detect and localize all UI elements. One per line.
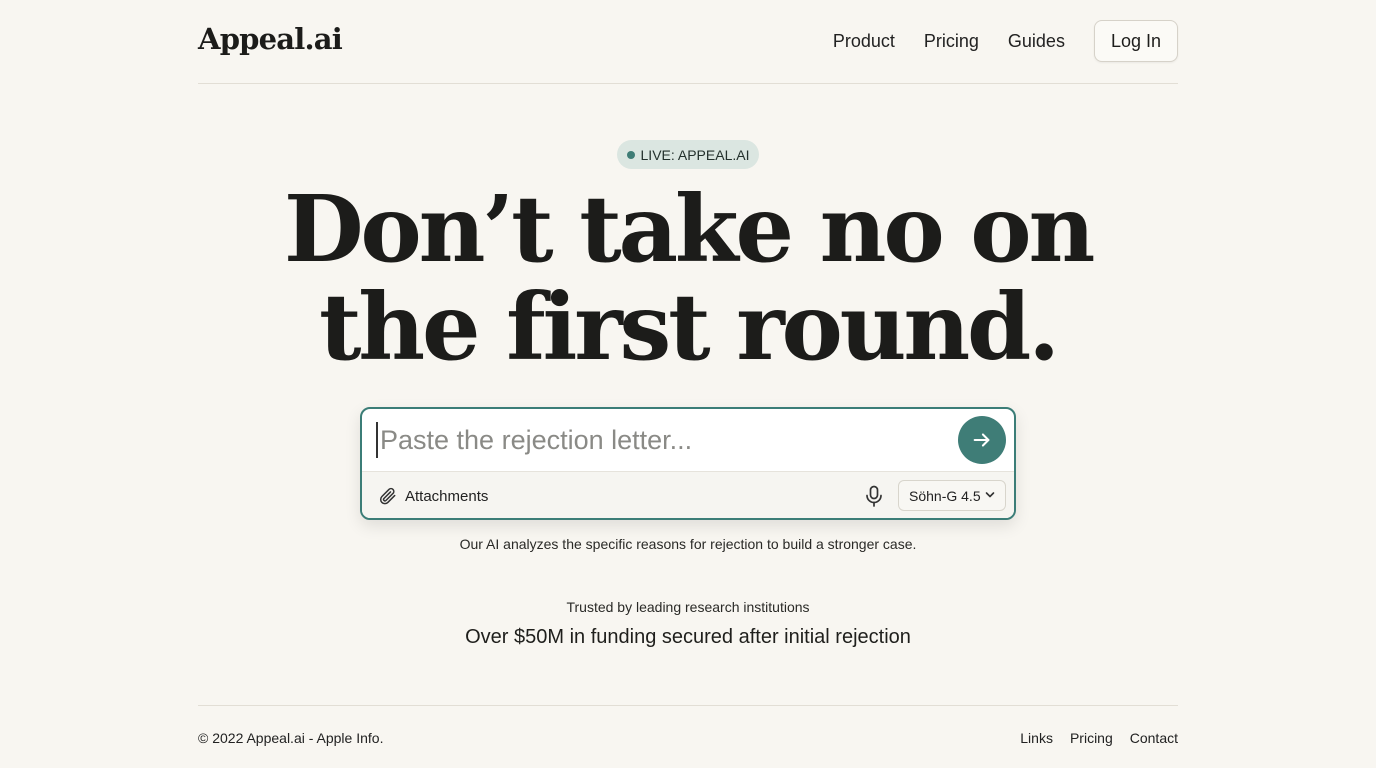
nav-pricing[interactable]: Pricing	[924, 31, 979, 52]
site-footer: © 2022 Appeal.ai - Apple Info. Links Pri…	[198, 705, 1178, 768]
composer-toolbar: Attachments Söhn-G 4.5	[362, 471, 1014, 518]
prompt-composer: Attachments Söhn-G 4.5	[360, 407, 1016, 520]
funding-stat: Over $50M in funding secured after initi…	[465, 626, 911, 648]
nav-product[interactable]: Product	[833, 31, 895, 52]
model-select-value: Söhn-G 4.5	[909, 487, 981, 504]
live-badge: LIVE: APPEAL.AI	[617, 140, 759, 169]
rejection-letter-input[interactable]	[376, 422, 946, 458]
chevron-down-icon	[985, 492, 995, 498]
headline-line-1: Don’t take no on	[283, 175, 1096, 283]
footer-link-pricing[interactable]: Pricing	[1070, 730, 1113, 746]
send-button[interactable]	[958, 416, 1006, 464]
trusted-label: Trusted by leading research institutions	[566, 599, 810, 615]
footer-link-links[interactable]: Links	[1020, 730, 1053, 746]
copyright-text: © 2022 Appeal.ai - Apple Info.	[198, 730, 384, 746]
paperclip-icon	[379, 487, 396, 505]
attachments-button[interactable]: Attachments	[378, 484, 488, 508]
site-header: Appeal.ai Product Pricing Guides Log In	[198, 0, 1178, 84]
composer-input-row	[362, 409, 1014, 471]
headline-line-2: the first round.	[318, 273, 1060, 381]
logo[interactable]: Appeal.ai	[198, 22, 343, 56]
microphone-icon[interactable]	[864, 485, 884, 507]
footer-links: Links Pricing Contact	[1003, 730, 1178, 746]
live-badge-label: LIVE: APPEAL.AI	[640, 146, 750, 163]
model-select[interactable]: Söhn-G 4.5	[898, 480, 1006, 511]
hero-headline: Don’t take no on the first round.	[0, 180, 1376, 376]
attachments-label: Attachments	[405, 487, 489, 505]
send-arrow-icon	[973, 433, 990, 447]
main-nav: Product Pricing Guides Log In	[833, 20, 1178, 62]
footer-link-contact[interactable]: Contact	[1130, 730, 1178, 746]
page: Appeal.ai Product Pricing Guides Log In …	[0, 0, 1376, 768]
status-dot-icon	[626, 150, 635, 159]
login-button[interactable]: Log In	[1093, 20, 1178, 62]
nav-guides[interactable]: Guides	[1008, 31, 1065, 52]
composer-helper-text: Our AI analyzes the specific reasons for…	[459, 536, 917, 552]
